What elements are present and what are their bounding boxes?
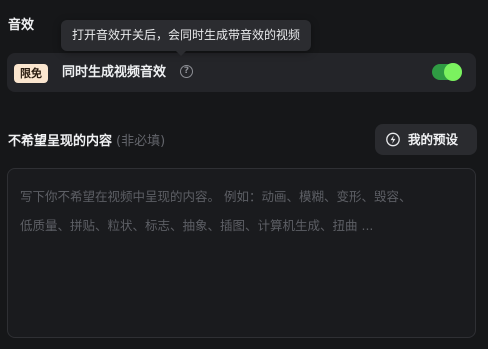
sound-section-title: 音效 xyxy=(8,18,35,33)
my-presets-label: 我的预设 xyxy=(408,132,459,147)
negative-prompt-input[interactable]: 写下你不希望在视频中呈现的内容。 例如：动画、模糊、变形、毁容、 低质量、拼贴、… xyxy=(7,168,476,338)
placeholder-line-1: 写下你不希望在视频中呈现的内容。 例如：动画、模糊、变形、毁容、 xyxy=(20,189,412,204)
my-presets-button[interactable]: 我的预设 xyxy=(375,124,477,155)
question-circle-icon[interactable]: ? xyxy=(180,65,193,78)
lightning-bolt-icon xyxy=(386,132,400,147)
negative-prompt-title: 不希望呈现的内容 (非必填) xyxy=(8,130,165,149)
optional-hint: (非必填) xyxy=(116,134,166,149)
free-limited-badge: 限免 xyxy=(14,64,48,83)
audio-toggle-label: 同时生成视频音效 xyxy=(62,65,167,80)
audio-tooltip: 打开音效开关后，会同时生成带音效的视频 xyxy=(61,20,312,56)
audio-toggle-switch[interactable] xyxy=(432,63,462,81)
placeholder-line-2: 低质量、拼贴、粒状、标志、抽象、插图、计算机生成、扭曲 ... xyxy=(20,218,374,233)
negative-prompt-title-text: 不希望呈现的内容 xyxy=(8,134,113,149)
toggle-knob xyxy=(444,63,462,81)
audio-toggle-row: 限免 同时生成视频音效 ? xyxy=(7,53,476,92)
